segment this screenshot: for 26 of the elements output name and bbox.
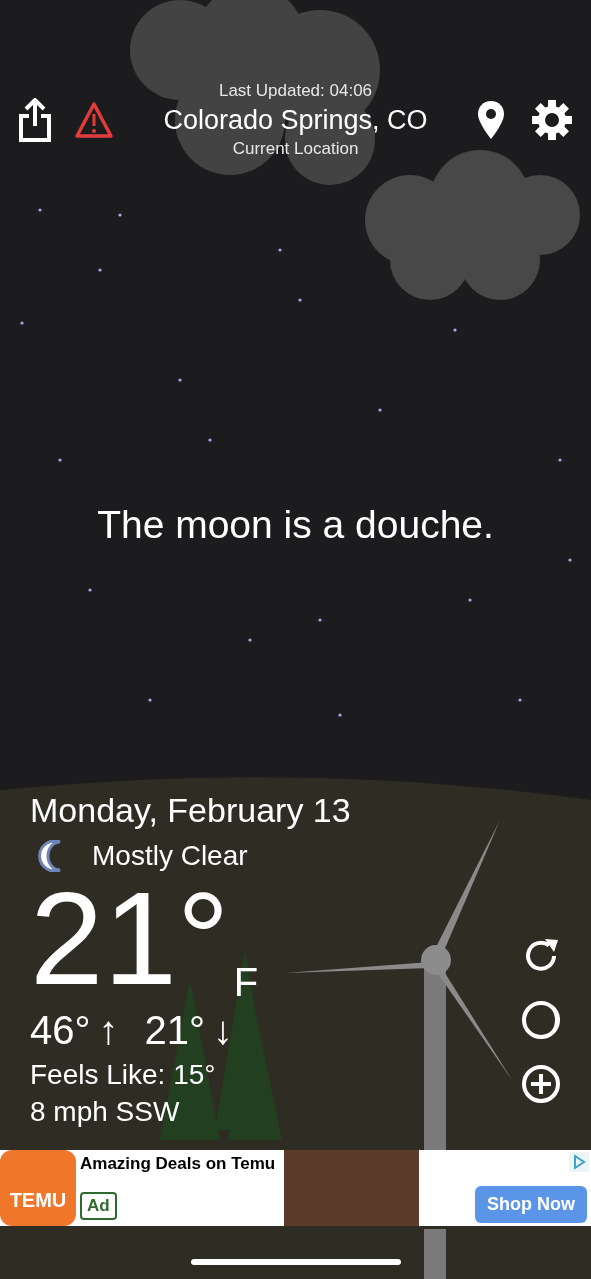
date-text: Monday, February 13	[30, 790, 351, 831]
low-temperature: 21°	[144, 1007, 205, 1054]
high-temperature: 46°	[30, 1007, 91, 1054]
wind-text: 8 mph SSW	[30, 1095, 181, 1129]
ad-headline: Amazing Deals on Temu	[80, 1154, 276, 1174]
add-icon[interactable]	[521, 1064, 561, 1104]
feels-like-text: Feels Like: 15°	[30, 1058, 217, 1092]
ad-badge: Ad	[80, 1192, 117, 1220]
warning-icon[interactable]	[74, 101, 114, 139]
temperature-text: 21°	[30, 880, 230, 998]
condition-text: Mostly Clear	[92, 839, 248, 873]
ad-banner[interactable]: TEMU Amazing Deals on Temu Ad Shop Now	[0, 1150, 591, 1226]
location-pin-icon[interactable]	[477, 100, 505, 140]
temu-logo: TEMU	[0, 1150, 76, 1226]
moon-phase-icon[interactable]	[521, 1000, 561, 1040]
settings-icon[interactable]	[531, 99, 573, 141]
ad-choices-icon[interactable]	[569, 1152, 589, 1172]
location-title: Colorado Springs, CO	[162, 104, 429, 137]
weather-message: The moon is a douche.	[96, 502, 495, 548]
share-icon[interactable]	[18, 98, 52, 142]
location-subtitle: Current Location	[231, 138, 360, 160]
unit-text: F	[233, 962, 259, 1002]
up-arrow-icon: ↑	[98, 1004, 119, 1056]
turbine-tower-drawing	[424, 1229, 446, 1279]
down-arrow-icon: ↓	[213, 1004, 233, 1056]
last-updated-text: Last Updated: 04:06	[217, 80, 374, 102]
